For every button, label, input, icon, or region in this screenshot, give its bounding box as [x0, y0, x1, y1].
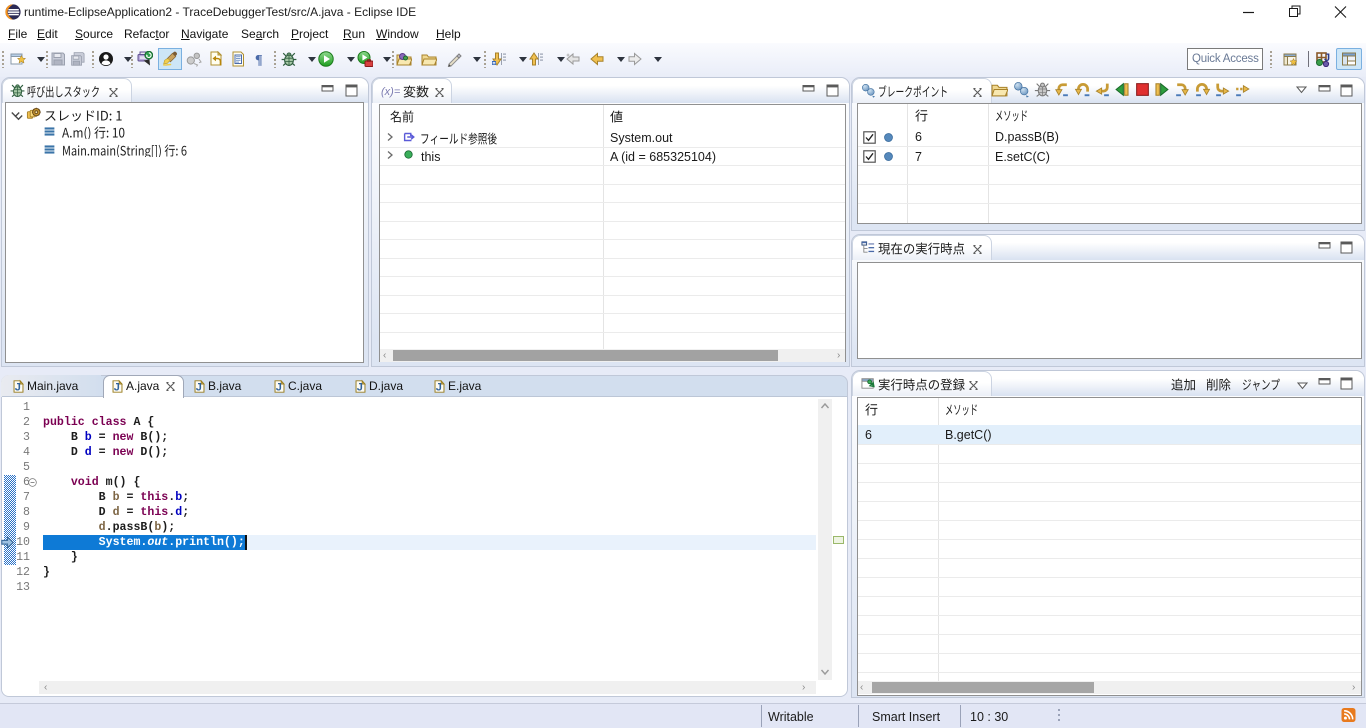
svg-text:J: J	[196, 382, 202, 394]
svg-text:J: J	[436, 382, 442, 394]
svg-text:¶: ¶	[255, 53, 263, 67]
svg-text:J: J	[114, 382, 120, 394]
svg-text:J: J	[276, 382, 282, 394]
svg-text:J: J	[357, 382, 363, 394]
svg-text:J: J	[15, 382, 21, 394]
